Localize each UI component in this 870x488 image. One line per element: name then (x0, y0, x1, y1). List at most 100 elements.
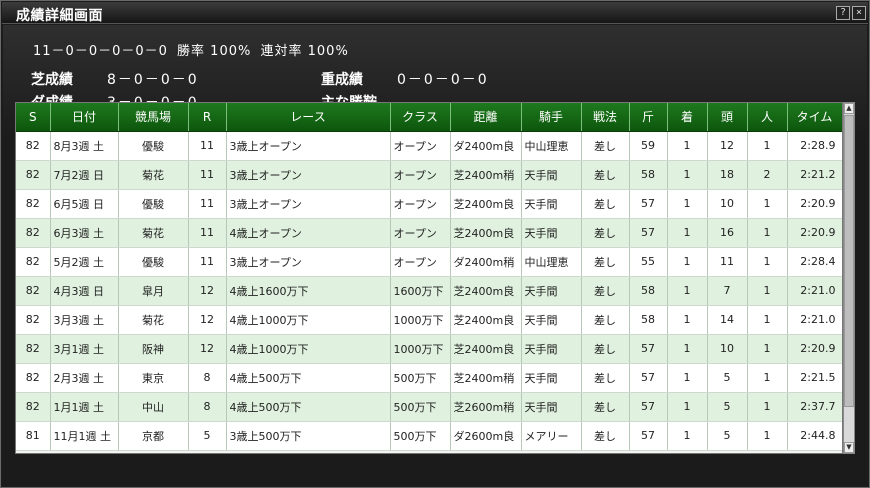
col-header-popularity[interactable]: 人 (747, 103, 788, 132)
turf-label: 芝成績 (31, 72, 73, 88)
cell-finish: 1 (667, 276, 708, 306)
cell-tactic: 差し (581, 334, 630, 364)
cell-class: 1600万下 (390, 276, 451, 306)
cell-track: 菊花 (118, 160, 189, 190)
cell-tactic: 差し (581, 189, 630, 219)
cell-finish: 1 (667, 131, 708, 161)
cell-race: 4歳上1000万下 (226, 334, 391, 364)
vertical-scrollbar[interactable]: ▲ ▼ (843, 102, 855, 454)
table-row[interactable]: 82 6月5週 日優駿 11 3歳上オープン オープン 芝2400m良 天手間 差し 57 1 10… (16, 189, 842, 219)
cell-jockey: 中山理恵 (521, 131, 582, 161)
cell-jockey: 天手間 (521, 276, 582, 306)
cell-track: 優駿 (118, 131, 189, 161)
close-button[interactable]: × (852, 6, 866, 20)
cell-jockey: 天手間 (521, 305, 582, 335)
cell-time: 2:28.9 (787, 131, 842, 161)
cell-time: 2:20.9 (787, 189, 842, 219)
cell-date: 1月1週 土 (50, 392, 119, 422)
cell-race-number: 11 (188, 218, 227, 248)
scroll-thumb[interactable] (844, 115, 854, 407)
cell-weight: 57 (629, 363, 668, 393)
col-header-weight[interactable]: 斤 (629, 103, 668, 132)
cell-popularity: 1 (747, 276, 788, 306)
cell-finish: 1 (667, 160, 708, 190)
cell-race-number: 11 (188, 160, 227, 190)
col-header-field-size[interactable]: 頭 (707, 103, 748, 132)
col-header-distance[interactable]: 距離 (450, 103, 522, 132)
cell-distance: ダ2600m良 (450, 421, 522, 451)
cell-class: 1000万下 (390, 334, 451, 364)
place-rate: 連対率 100% (260, 44, 349, 59)
cell-weight: 58 (629, 160, 668, 190)
col-header-race[interactable]: レース (226, 103, 391, 132)
cell-race-number: 8 (188, 392, 227, 422)
col-header-class[interactable]: クラス (390, 103, 451, 132)
cell-class: オープン (390, 189, 451, 219)
col-header-s[interactable]: S (16, 103, 51, 132)
cell-tactic: 差し (581, 247, 630, 277)
table-row[interactable]: 82 5月2週 土優駿 11 3歳上オープン オープン ダ2400m稍 中山理恵 差し 55 1 1… (16, 247, 842, 277)
cell-jockey: 天手間 (521, 189, 582, 219)
cell-weight: 57 (629, 334, 668, 364)
col-header-track[interactable]: 競馬場 (118, 103, 189, 132)
col-header-race-number[interactable]: R (188, 103, 227, 132)
cell-field-size: 5 (707, 421, 748, 451)
cell-track: 菊花 (118, 305, 189, 335)
cell-date: 2月3週 土 (50, 363, 119, 393)
cell-date: 3月1週 土 (50, 334, 119, 364)
cell-popularity: 1 (747, 189, 788, 219)
col-header-jockey[interactable]: 騎手 (521, 103, 582, 132)
cell-date: 6月3週 土 (50, 218, 119, 248)
cell-s: 82 (16, 189, 51, 219)
heavy-label: 重成績 (321, 72, 363, 88)
cell-distance: 芝2400m良 (450, 334, 522, 364)
table-row[interactable]: 82 8月3週 土優駿 11 3歳上オープン オープン ダ2400m良 中山理恵 差し 59 1 1… (16, 131, 842, 161)
cell-tactic: 差し (581, 131, 630, 161)
col-header-time[interactable]: タイム (787, 103, 842, 132)
cell-finish: 1 (667, 247, 708, 277)
cell-field-size: 14 (707, 305, 748, 335)
cell-field-size: 10 (707, 189, 748, 219)
table-row[interactable]: 82 1月1週 土中山 8 4歳上500万下 500万下 芝2600m稍 天手間 差し 57 1 5… (16, 392, 842, 422)
cell-s: 82 (16, 131, 51, 161)
cell-track: 菊花 (118, 218, 189, 248)
cell-jockey: 天手間 (521, 218, 582, 248)
table-row[interactable]: 82 4月3週 日皐月 12 4歳上1600万下 1600万下 芝2400m良 天手間 差し 5… (16, 276, 842, 306)
cell-distance: 芝2400m稍 (450, 160, 522, 190)
cell-finish: 1 (667, 334, 708, 364)
table-row[interactable]: 82 3月3週 土菊花 12 4歳上1000万下 1000万下 芝2400m良 天手間 差し 5… (16, 305, 842, 335)
cell-race: 4歳上オープン (226, 218, 391, 248)
cell-field-size: 7 (707, 276, 748, 306)
cell-time: 2:20.9 (787, 218, 842, 248)
cell-distance: 芝2400m良 (450, 305, 522, 335)
cell-race-number: 12 (188, 334, 227, 364)
col-header-finish[interactable]: 着 (667, 103, 708, 132)
cell-date: 3月3週 土 (50, 305, 119, 335)
help-button[interactable]: ? (836, 6, 850, 20)
table-row[interactable]: 82 3月1週 土阪神 12 4歳上1000万下 1000万下 芝2400m良 天手間 差し 5… (16, 334, 842, 364)
cell-weight: 57 (629, 421, 668, 451)
cell-class: 500万下 (390, 392, 451, 422)
cell-popularity: 1 (747, 305, 788, 335)
table-row[interactable]: 82 7月2週 日菊花 11 3歳上オープン オープン 芝2400m稍 天手間 差し 58 1 18… (16, 160, 842, 190)
cell-track: 中山 (118, 392, 189, 422)
table-header-row: S 日付 競馬場 R レース クラス 距離 騎手 戦法 斤 着 頭 人 タイム (16, 103, 842, 132)
table-row[interactable]: 82 2月3週 土東京 8 4歳上500万下 500万下 芝2400m稍 天手間 差し 57 1 5… (16, 363, 842, 393)
table-row[interactable]: 82 6月3週 土菊花 11 4歳上オープン オープン 芝2400m良 天手間 差し 57 1 16… (16, 218, 842, 248)
col-header-date[interactable]: 日付 (50, 103, 119, 132)
cell-race: 4歳上500万下 (226, 363, 391, 393)
results-table: S 日付 競馬場 R レース クラス 距離 騎手 戦法 斤 着 頭 人 タイム … (15, 102, 843, 454)
cell-distance: ダ2400m良 (450, 131, 522, 161)
cell-distance: ダ2400m稍 (450, 247, 522, 277)
col-header-tactic[interactable]: 戦法 (581, 103, 630, 132)
cell-weight: 59 (629, 131, 668, 161)
cell-field-size: 5 (707, 392, 748, 422)
scroll-up-icon[interactable]: ▲ (844, 103, 854, 114)
cell-date: 5月2週 土 (50, 247, 119, 277)
cell-popularity: 1 (747, 218, 788, 248)
cell-class: 1000万下 (390, 305, 451, 335)
scroll-down-icon[interactable]: ▼ (844, 442, 854, 453)
table-row[interactable]: 81 11月1週 土京都 5 3歳上500万下 500万下 ダ2600m良 メアリー 差し 57… (16, 421, 842, 451)
cell-popularity: 2 (747, 160, 788, 190)
cell-weight: 57 (629, 189, 668, 219)
